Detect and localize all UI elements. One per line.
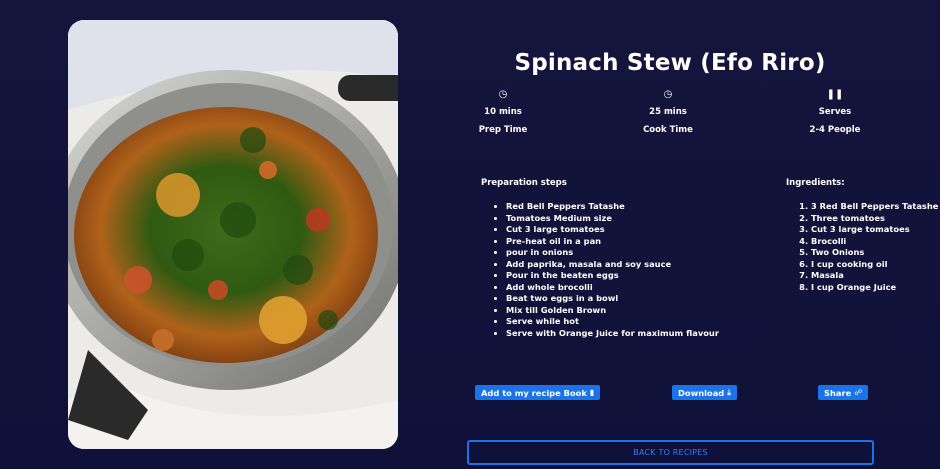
- list-item: I cup cooking oil: [811, 259, 938, 271]
- share-label: Share: [824, 387, 852, 398]
- clock-icon: ◷: [663, 89, 673, 100]
- servings-label: 2-4 People: [809, 125, 861, 135]
- add-to-recipe-book-label: Add to my recipe Book: [481, 387, 587, 398]
- list-item: Three tomatoes: [811, 213, 938, 225]
- steps-list: Red Bell Peppers Tatashe Tomatoes Medium…: [496, 201, 719, 339]
- prep-time-value: 10 mins: [484, 107, 522, 117]
- bookmark-icon: ▮: [589, 387, 595, 397]
- recipe-image: [68, 20, 398, 449]
- list-item: Cut 3 large tomatoes: [811, 224, 938, 236]
- list-item: Beat two eggs in a bowl: [506, 293, 719, 305]
- clock-icon: ◷: [498, 89, 508, 100]
- download-button[interactable]: Download ⤓: [672, 385, 737, 400]
- add-to-recipe-book-button[interactable]: Add to my recipe Book ▮: [475, 385, 601, 400]
- back-to-recipes-button[interactable]: BACK TO RECIPES: [467, 440, 874, 465]
- list-item: Pre-heat oil in a pan: [506, 236, 719, 248]
- cook-time: ◷ 25 mins Cook Time: [608, 88, 728, 135]
- download-label: Download: [678, 387, 725, 398]
- list-item: 3 Red Bell Peppers Tatashe: [811, 201, 938, 213]
- download-icon: ⤓: [727, 387, 731, 397]
- share-button[interactable]: Share ☍: [818, 385, 869, 400]
- recipe-title: Spinach Stew (Efo Riro): [514, 50, 826, 76]
- steps-heading: Preparation steps: [481, 178, 567, 188]
- ingredients-list: 3 Red Bell Peppers Tatashe Three tomatoe…: [801, 201, 938, 293]
- servings-value: Serves: [818, 107, 852, 117]
- list-item: Cut 3 large tomatoes: [506, 224, 719, 236]
- prep-time-label: Prep Time: [478, 125, 528, 135]
- utensils-icon: ❚❚: [826, 89, 844, 100]
- cook-time-value: 25 mins: [649, 107, 687, 117]
- list-item: Add paprika, masala and soy sauce: [506, 259, 719, 271]
- list-item: Brocolli: [811, 236, 938, 248]
- list-item: Serve with Orange Juice for maximum flav…: [506, 328, 719, 340]
- list-item: I cup Orange Juice: [811, 282, 938, 294]
- list-item: Masala: [811, 270, 938, 282]
- prep-time: ◷ 10 mins Prep Time: [443, 88, 563, 135]
- list-item: Mix till Golden Brown: [506, 305, 719, 317]
- cook-time-label: Cook Time: [643, 125, 693, 135]
- share-icon: ☍: [854, 387, 863, 397]
- list-item: Add whole brocolli: [506, 282, 719, 294]
- ingredients-heading: Ingredients:: [786, 178, 845, 188]
- list-item: Tomatoes Medium size: [506, 213, 719, 225]
- stew-pot-illustration: [68, 20, 398, 449]
- list-item: Serve while hot: [506, 316, 719, 328]
- list-item: Red Bell Peppers Tatashe: [506, 201, 719, 213]
- list-item: pour in onions: [506, 247, 719, 259]
- list-item: Pour in the beaten eggs: [506, 270, 719, 282]
- list-item: Two Onions: [811, 247, 938, 259]
- servings: ❚❚ Serves 2-4 People: [775, 88, 895, 135]
